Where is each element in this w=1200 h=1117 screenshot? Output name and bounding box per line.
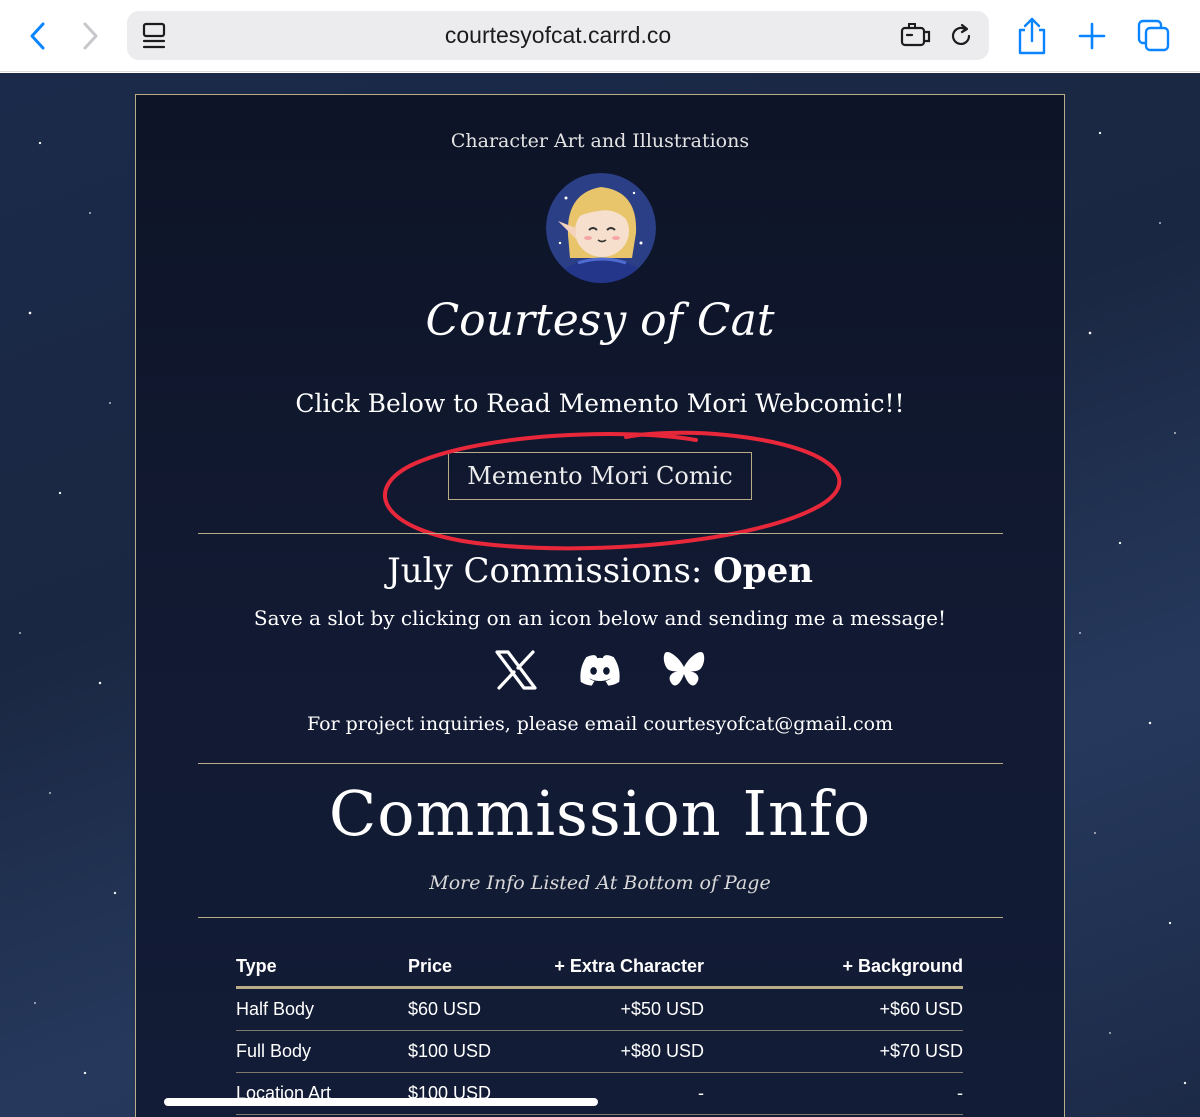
table-header-row: Type Price + Extra Character + Backgroun… [236, 947, 963, 989]
cell-price: $60 USD [408, 999, 482, 1019]
x-icon[interactable] [494, 648, 538, 692]
share-button[interactable] [1010, 14, 1054, 58]
commission-info-subtitle: More Info Listed At Bottom of Page [429, 872, 771, 894]
forward-button[interactable] [70, 16, 110, 56]
avatar-illustration [546, 173, 656, 283]
price-table: Type Price + Extra Character + Backgroun… [236, 947, 963, 1115]
content-card: Character Art and Illustrations Courtesy… [135, 94, 1065, 1117]
header-extra-character: + Extra Character [554, 956, 704, 976]
cell-background: +$70 USD [879, 1041, 963, 1061]
commissions-status: Open [713, 551, 813, 591]
address-bar[interactable]: courtesyofcat.carrd.co [127, 11, 989, 60]
header-background: + Background [842, 956, 963, 976]
commission-info-title: Commission Info [328, 777, 872, 850]
table-row: Location Art $100 USD - - [236, 1073, 963, 1115]
cell-type: Full Body [236, 1041, 312, 1061]
table-row: Full Body $100 USD +$80 USD +$70 USD [236, 1031, 963, 1073]
reload-icon [951, 23, 971, 45]
table-row: Half Body $60 USD +$50 USD +$60 USD [236, 989, 963, 1031]
web-page: Character Art and Illustrations Courtesy… [0, 73, 1200, 1117]
browser-toolbar: courtesyofcat.carrd.co [0, 0, 1200, 72]
divider-3 [198, 917, 1003, 918]
cell-background: +$60 USD [879, 999, 963, 1019]
header-price: Price [408, 956, 453, 976]
new-tab-button[interactable] [1070, 14, 1114, 58]
commissions-heading: July Commissions: Open [136, 551, 1064, 591]
avatar [546, 173, 656, 283]
discord-logo [580, 655, 620, 686]
share-icon [1018, 17, 1046, 55]
discord-icon[interactable] [578, 648, 622, 692]
webcomic-heading: Click Below to Read Memento Mori Webcomi… [295, 389, 905, 418]
slot-instructions: Save a slot by clicking on an icon below… [253, 606, 947, 630]
home-indicator[interactable] [164, 1098, 598, 1106]
back-button[interactable] [18, 16, 58, 56]
header-type: Type [236, 956, 277, 976]
site-title: Courtesy of Cat [425, 295, 775, 346]
memento-mori-comic-button[interactable]: Memento Mori Comic [448, 452, 752, 500]
reload-button[interactable] [945, 20, 977, 52]
bluesky-icon[interactable] [662, 648, 706, 692]
chevron-left-icon [30, 22, 45, 50]
inquiry-text: For project inquiries, please email cour… [306, 713, 894, 735]
divider-1 [198, 533, 1003, 534]
tabs-icon [1137, 19, 1170, 52]
cell-price: $100 USD [408, 1041, 492, 1061]
extensions-button[interactable] [899, 20, 933, 52]
tab-overview-button[interactable] [1132, 14, 1176, 58]
social-links [136, 648, 1064, 696]
extension-icon [900, 23, 931, 47]
cell-extra-character: +$50 USD [620, 999, 704, 1019]
cell-extra-character: +$80 USD [620, 1041, 704, 1061]
url-text: courtesyofcat.carrd.co [444, 22, 672, 48]
site-tagline: Character Art and Illustrations [450, 130, 750, 152]
chevron-right-icon [83, 22, 98, 50]
divider-2 [198, 763, 1003, 764]
commissions-label: July Commissions: [387, 551, 703, 591]
cell-background: - [957, 1083, 963, 1103]
bluesky-logo [663, 651, 705, 686]
cell-type: Half Body [236, 999, 315, 1019]
x-logo [495, 650, 537, 690]
plus-icon [1078, 22, 1106, 50]
